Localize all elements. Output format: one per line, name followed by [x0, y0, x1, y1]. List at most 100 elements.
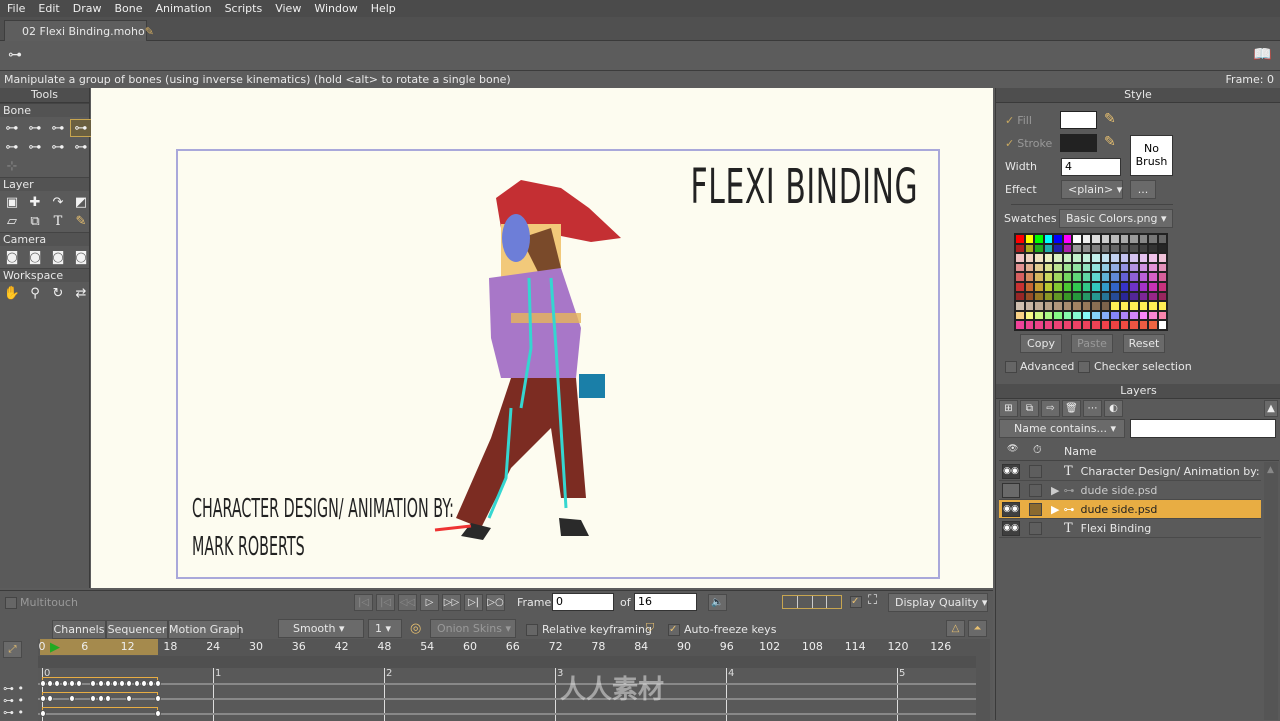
layer-filter-input[interactable]: [1130, 419, 1276, 438]
manipulate-bones-icon[interactable]: ⊶: [70, 119, 92, 137]
switch-layer-icon[interactable]: ⧉: [24, 212, 46, 230]
color-palette[interactable]: [1014, 233, 1168, 331]
menu-view[interactable]: View: [268, 2, 307, 15]
eye-icon[interactable]: ◉◉: [1002, 463, 1020, 479]
palette-swatch[interactable]: [1100, 281, 1110, 292]
bind-points-icon[interactable]: ⊹: [1, 157, 23, 175]
palette-swatch[interactable]: [1138, 262, 1148, 273]
palette-swatch[interactable]: [1119, 310, 1129, 321]
new-layer-icon[interactable]: ⊞: [999, 400, 1018, 417]
palette-swatch[interactable]: [1148, 291, 1158, 302]
character-illustration[interactable]: [411, 168, 641, 568]
frame-toggle-icon[interactable]: ⛶: [868, 593, 877, 608]
palette-swatch[interactable]: [1091, 291, 1101, 302]
palette-swatch[interactable]: [1024, 320, 1034, 330]
palette-swatch[interactable]: [1034, 253, 1044, 263]
keyframe[interactable]: [126, 680, 133, 687]
scale-bone-icon[interactable]: ⊶: [24, 138, 46, 156]
palette-swatch[interactable]: [1043, 310, 1053, 321]
palette-swatch[interactable]: [1148, 243, 1158, 254]
text-tool-icon[interactable]: T: [47, 212, 69, 230]
palette-swatch[interactable]: [1072, 291, 1082, 302]
palette-swatch[interactable]: [1043, 301, 1053, 311]
palette-swatch[interactable]: [1015, 281, 1025, 292]
palette-swatch[interactable]: [1043, 272, 1053, 282]
palette-swatch[interactable]: [1138, 310, 1148, 321]
palette-swatch[interactable]: [1034, 310, 1044, 321]
menu-edit[interactable]: Edit: [31, 2, 65, 15]
stroke-color-swatch[interactable]: [1060, 134, 1097, 152]
palette-swatch[interactable]: [1034, 320, 1044, 330]
lock-checkbox[interactable]: [1029, 464, 1042, 478]
palette-swatch[interactable]: [1148, 301, 1158, 311]
palette-swatch[interactable]: [1157, 272, 1167, 282]
palette-swatch[interactable]: [1129, 291, 1139, 302]
palette-swatch[interactable]: [1062, 301, 1072, 311]
camera-track-icon[interactable]: ◙: [1, 248, 23, 266]
duplicate-layer-icon[interactable]: ⧉: [1020, 400, 1039, 417]
keyframe[interactable]: [133, 680, 140, 687]
end-icon[interactable]: ▷○: [486, 594, 505, 611]
previous-keyframe-icon[interactable]: |◁: [376, 594, 395, 611]
keyframe[interactable]: [76, 680, 82, 687]
no-brush-button[interactable]: No Brush: [1130, 135, 1173, 176]
keyframe[interactable]: [140, 680, 147, 687]
video-safe-checkbox[interactable]: ✓: [850, 596, 862, 608]
palette-swatch[interactable]: [1062, 262, 1072, 273]
palette-swatch[interactable]: [1091, 234, 1101, 244]
palette-swatch[interactable]: [1072, 281, 1082, 292]
palette-swatch[interactable]: [1119, 301, 1129, 311]
fill-eyedropper-icon[interactable]: ✎: [1104, 111, 1116, 127]
eyedropper-icon[interactable]: ✎: [70, 212, 92, 230]
keyframe[interactable]: [104, 680, 111, 687]
keyframe[interactable]: [148, 680, 154, 687]
palette-swatch[interactable]: [1157, 243, 1167, 254]
palette-swatch[interactable]: [1062, 291, 1072, 302]
timeline-scrollbar[interactable]: [976, 639, 990, 721]
palette-swatch[interactable]: [1062, 272, 1072, 282]
palette-swatch[interactable]: [1129, 262, 1139, 273]
palette-swatch[interactable]: [1043, 253, 1053, 263]
keyframe[interactable]: [54, 680, 61, 687]
reset-button[interactable]: Reset: [1123, 334, 1165, 353]
step-back-icon[interactable]: ◁◁: [398, 594, 417, 611]
copy-layer-icon[interactable]: ⇨: [1041, 400, 1060, 417]
palette-swatch[interactable]: [1119, 234, 1129, 244]
bind-layer-icon[interactable]: ⊶: [70, 138, 92, 156]
palette-swatch[interactable]: [1119, 253, 1129, 263]
palette-swatch[interactable]: [1072, 320, 1082, 330]
keyframe[interactable]: [47, 680, 54, 687]
palette-swatch[interactable]: [1081, 243, 1091, 254]
palette-swatch[interactable]: [1138, 243, 1148, 254]
menu-animation[interactable]: Animation: [148, 2, 217, 15]
palette-swatch[interactable]: [1100, 301, 1110, 311]
palette-swatch[interactable]: [1081, 281, 1091, 292]
palette-swatch[interactable]: [1110, 310, 1120, 321]
set-origin-icon[interactable]: ▣: [1, 193, 23, 211]
menu-draw[interactable]: Draw: [66, 2, 108, 15]
palette-swatch[interactable]: [1148, 234, 1158, 244]
palette-swatch[interactable]: [1157, 253, 1167, 263]
delete-layer-icon[interactable]: 🗑: [1062, 400, 1081, 417]
scale-layer-icon[interactable]: ◩: [70, 193, 92, 211]
fill-color-swatch[interactable]: [1060, 111, 1097, 129]
palette-swatch[interactable]: [1034, 281, 1044, 292]
palette-swatch[interactable]: [1119, 291, 1129, 302]
palette-swatch[interactable]: [1072, 243, 1082, 254]
palette-swatch[interactable]: [1062, 234, 1072, 244]
keyframe[interactable]: [112, 680, 118, 687]
canvas-title-text[interactable]: FLEXI BINDING: [690, 159, 918, 215]
fill-checkbox[interactable]: ✓ Fill: [1005, 114, 1032, 127]
palette-swatch[interactable]: [1081, 253, 1091, 263]
palette-swatch[interactable]: [1081, 234, 1091, 244]
palette-swatch[interactable]: [1157, 320, 1167, 330]
palette-swatch[interactable]: [1015, 310, 1025, 321]
palette-swatch[interactable]: [1138, 253, 1148, 263]
tab-channels[interactable]: Channels: [52, 620, 106, 639]
palette-swatch[interactable]: [1053, 320, 1063, 330]
keyframe[interactable]: [119, 680, 126, 687]
palette-swatch[interactable]: [1110, 301, 1120, 311]
play-icon[interactable]: ▷: [420, 594, 439, 611]
hand-icon[interactable]: ✋: [1, 284, 23, 302]
palette-swatch[interactable]: [1138, 320, 1148, 330]
